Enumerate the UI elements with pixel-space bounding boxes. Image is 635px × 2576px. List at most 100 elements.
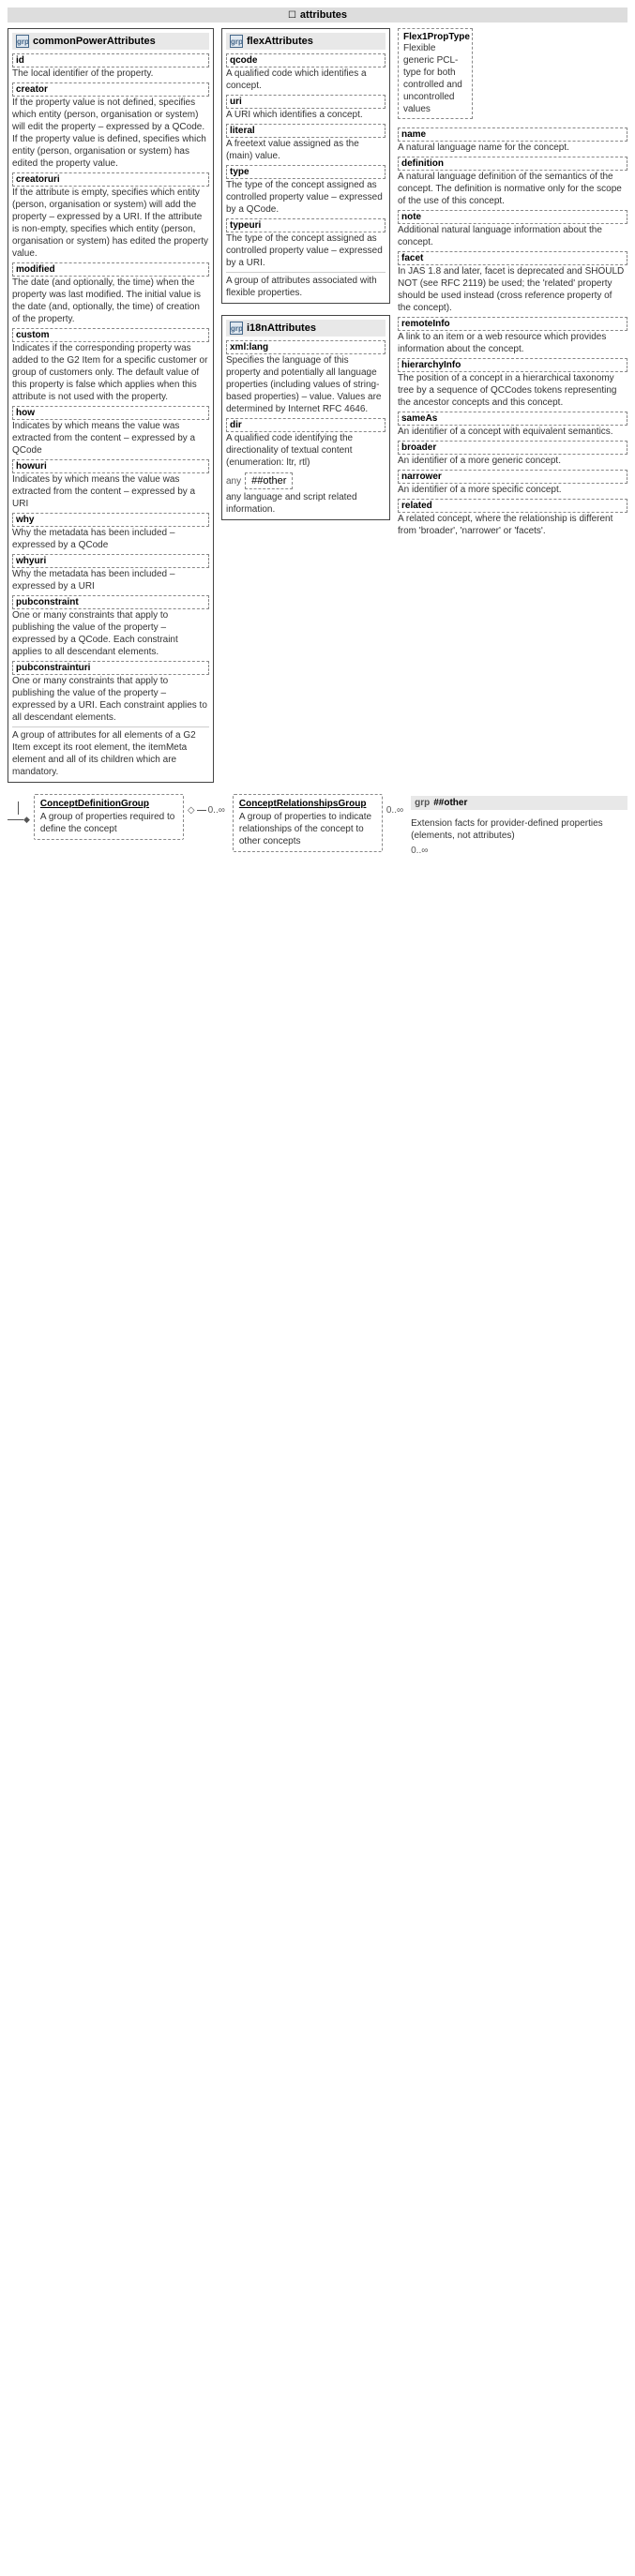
h-line-2 xyxy=(197,810,206,811)
v-line-1 xyxy=(18,801,19,815)
right-item-desc-5: The position of a concept in a hierarchi… xyxy=(398,372,627,409)
common-power-attributes-label: commonPowerAttributes xyxy=(33,36,156,47)
page: ☐ attributes grp commonPowerAttributes i… xyxy=(0,0,635,863)
right-item-name-7: broader xyxy=(398,441,627,455)
flex-prop-type-row: Flex1PropType Flexible generic PCL-type … xyxy=(398,28,627,119)
connector-vertical-left: ◆ xyxy=(8,794,30,825)
prop-type-name: type xyxy=(226,165,386,179)
right-items-list: nameA natural language name for the conc… xyxy=(398,127,627,540)
right-item-name-0: name xyxy=(398,127,627,142)
prop-howuri: howuri Indicates by which means the valu… xyxy=(12,459,209,510)
flex-attributes-label: flexAttributes xyxy=(247,36,313,47)
prop-dir: dir A qualified code identifying the dir… xyxy=(226,418,386,469)
concept-area: ◆ ConceptDefinitionGroup A group of prop… xyxy=(8,794,627,856)
prop-pubconstrainturi-desc: One or many constraints that apply to pu… xyxy=(12,675,209,724)
bottom-any-section: grp ##other Extension facts for provider… xyxy=(411,796,627,856)
h-line-1 xyxy=(8,819,23,820)
concept-def-group-box: ConceptDefinitionGroup A group of proper… xyxy=(34,794,184,840)
prop-custom: custom Indicates if the corresponding pr… xyxy=(12,328,209,403)
prop-pubconstraint-name: pubconstraint xyxy=(12,595,209,609)
right-item-name-2: note xyxy=(398,210,627,224)
right-item-narrower: narrowerAn identifier of a more specific… xyxy=(398,470,627,496)
right-item-name-4: remoteInfo xyxy=(398,317,627,331)
i18n-attributes-label: i18nAttributes xyxy=(247,322,316,334)
prop-pubconstrainturi-name: pubconstrainturi xyxy=(12,661,209,675)
prop-creator-desc: If the property value is not defined, sp… xyxy=(12,97,209,170)
attributes-title: attributes xyxy=(300,9,347,21)
prop-how-desc: Indicates by which means the value was e… xyxy=(12,420,209,457)
prop-modified-name: modified xyxy=(12,262,209,277)
prop-qcode-name: qcode xyxy=(226,53,386,67)
mult-label-def: 0..∞ xyxy=(208,805,225,816)
prop-id-desc: The local identifier of the property. xyxy=(12,67,209,80)
prop-typeuri-name: typeuri xyxy=(226,218,386,232)
prop-custom-name: custom xyxy=(12,328,209,342)
prop-dir-name: dir xyxy=(226,418,386,432)
i18n-any-note: any language and script related informat… xyxy=(226,491,386,516)
any-label: any xyxy=(226,476,241,487)
grp-icon-bottom: grp xyxy=(415,798,430,808)
def-group-connectors: ◇ 0..∞ xyxy=(188,805,225,816)
right-item-name-1: definition xyxy=(398,157,627,171)
prop-type-desc: The type of the concept assigned as cont… xyxy=(226,179,386,216)
prop-xmllang-desc: Specifies the language of this property … xyxy=(226,354,386,415)
right-item-name-3: facet xyxy=(398,251,627,265)
prop-pubconstraint: pubconstraint One or many constraints th… xyxy=(12,595,209,658)
prop-creatoruri-name: creatoruri xyxy=(12,172,209,187)
diamond-1: ◆ xyxy=(23,815,30,825)
concept-rel-group-desc: A group of properties to indicate relati… xyxy=(239,811,376,847)
prop-modified-desc: The date (and optionally, the time) when… xyxy=(12,277,209,325)
prop-dir-desc: A qualified code identifying the directi… xyxy=(226,432,386,469)
prop-why-name: why xyxy=(12,513,209,527)
right-item-name-8: narrower xyxy=(398,470,627,484)
prop-id-name: id xyxy=(12,53,209,67)
diamond-connector: ◇ xyxy=(188,805,195,816)
concept-def-group-desc: A group of properties required to define… xyxy=(40,811,177,835)
prop-xmllang: xml:lang Specifies the language of this … xyxy=(226,340,386,415)
prop-custom-desc: Indicates if the corresponding property … xyxy=(12,342,209,403)
prop-id: id The local identifier of the property. xyxy=(12,53,209,80)
prop-modified: modified The date (and optionally, the t… xyxy=(12,262,209,325)
common-power-attributes-header: grp commonPowerAttributes xyxy=(12,33,209,50)
bottom-any-mult: 0..∞ xyxy=(411,846,627,856)
prop-why: why Why the metadata has been included –… xyxy=(12,513,209,551)
prop-pubconstraint-desc: One or many constraints that apply to pu… xyxy=(12,609,209,658)
right-item-desc-6: An identifier of a concept with equivale… xyxy=(398,426,627,438)
common-power-attributes-note: A group of attributes for all elements o… xyxy=(12,726,209,778)
flex-prop-title: Flex1PropType xyxy=(403,32,467,42)
grp-icon-common: grp xyxy=(16,35,29,48)
prop-howuri-desc: Indicates by which means the value was e… xyxy=(12,473,209,510)
prop-uri-desc: A URI which identifies a concept. xyxy=(226,109,386,121)
concept-def-group-wrapper: ◆ ConceptDefinitionGroup A group of prop… xyxy=(8,794,225,844)
prop-how-name: how xyxy=(12,406,209,420)
prop-type: type The type of the concept assigned as… xyxy=(226,165,386,216)
prop-xmllang-name: xml:lang xyxy=(226,340,386,354)
flex-attributes-header: grp flexAttributes xyxy=(226,33,386,50)
prop-creatoruri-desc: If the attribute is empty, specifies whi… xyxy=(12,187,209,260)
right-item-facet: facetIn JAS 1.8 and later, facet is depr… xyxy=(398,251,627,314)
right-item-desc-9: A related concept, where the relationshi… xyxy=(398,513,627,537)
right-item-note: noteAdditional natural language informat… xyxy=(398,210,627,248)
common-power-attributes-items: id The local identifier of the property.… xyxy=(12,53,209,778)
prop-literal-desc: A freetext value assigned as the (main) … xyxy=(226,138,386,162)
flex-attributes-section: grp flexAttributes qcode A qualified cod… xyxy=(221,28,390,304)
attributes-icon: ☐ xyxy=(288,10,296,21)
rel-group-connectors: 0..∞ xyxy=(386,805,403,816)
prop-uri: uri A URI which identifies a concept. xyxy=(226,95,386,121)
any-other-row: any ##other xyxy=(226,472,386,489)
mult-label-rel: 0..∞ xyxy=(386,805,403,816)
concept-rel-group-box: ConceptRelationshipsGroup A group of pro… xyxy=(233,794,383,852)
flex-prop-type-box: Flex1PropType Flexible generic PCL-type … xyxy=(398,28,473,119)
prop-qcode: qcode A qualified code which identifies … xyxy=(226,53,386,92)
common-power-attributes-section: grp commonPowerAttributes id The local i… xyxy=(8,28,214,783)
grp-icon-i18n: grp xyxy=(230,322,243,335)
right-item-sameas: sameAsAn identifier of a concept with eq… xyxy=(398,412,627,438)
prop-typeuri: typeuri The type of the concept assigned… xyxy=(226,218,386,269)
prop-creator: creator If the property value is not def… xyxy=(12,82,209,170)
right-item-desc-3: In JAS 1.8 and later, facet is deprecate… xyxy=(398,265,627,314)
prop-creatoruri: creatoruri If the attribute is empty, sp… xyxy=(12,172,209,260)
right-item-desc-2: Additional natural language information … xyxy=(398,224,627,248)
concept-rel-group-title: ConceptRelationshipsGroup xyxy=(239,799,376,809)
prop-literal-name: literal xyxy=(226,124,386,138)
right-item-hierarchyinfo: hierarchyInfoThe position of a concept i… xyxy=(398,358,627,409)
